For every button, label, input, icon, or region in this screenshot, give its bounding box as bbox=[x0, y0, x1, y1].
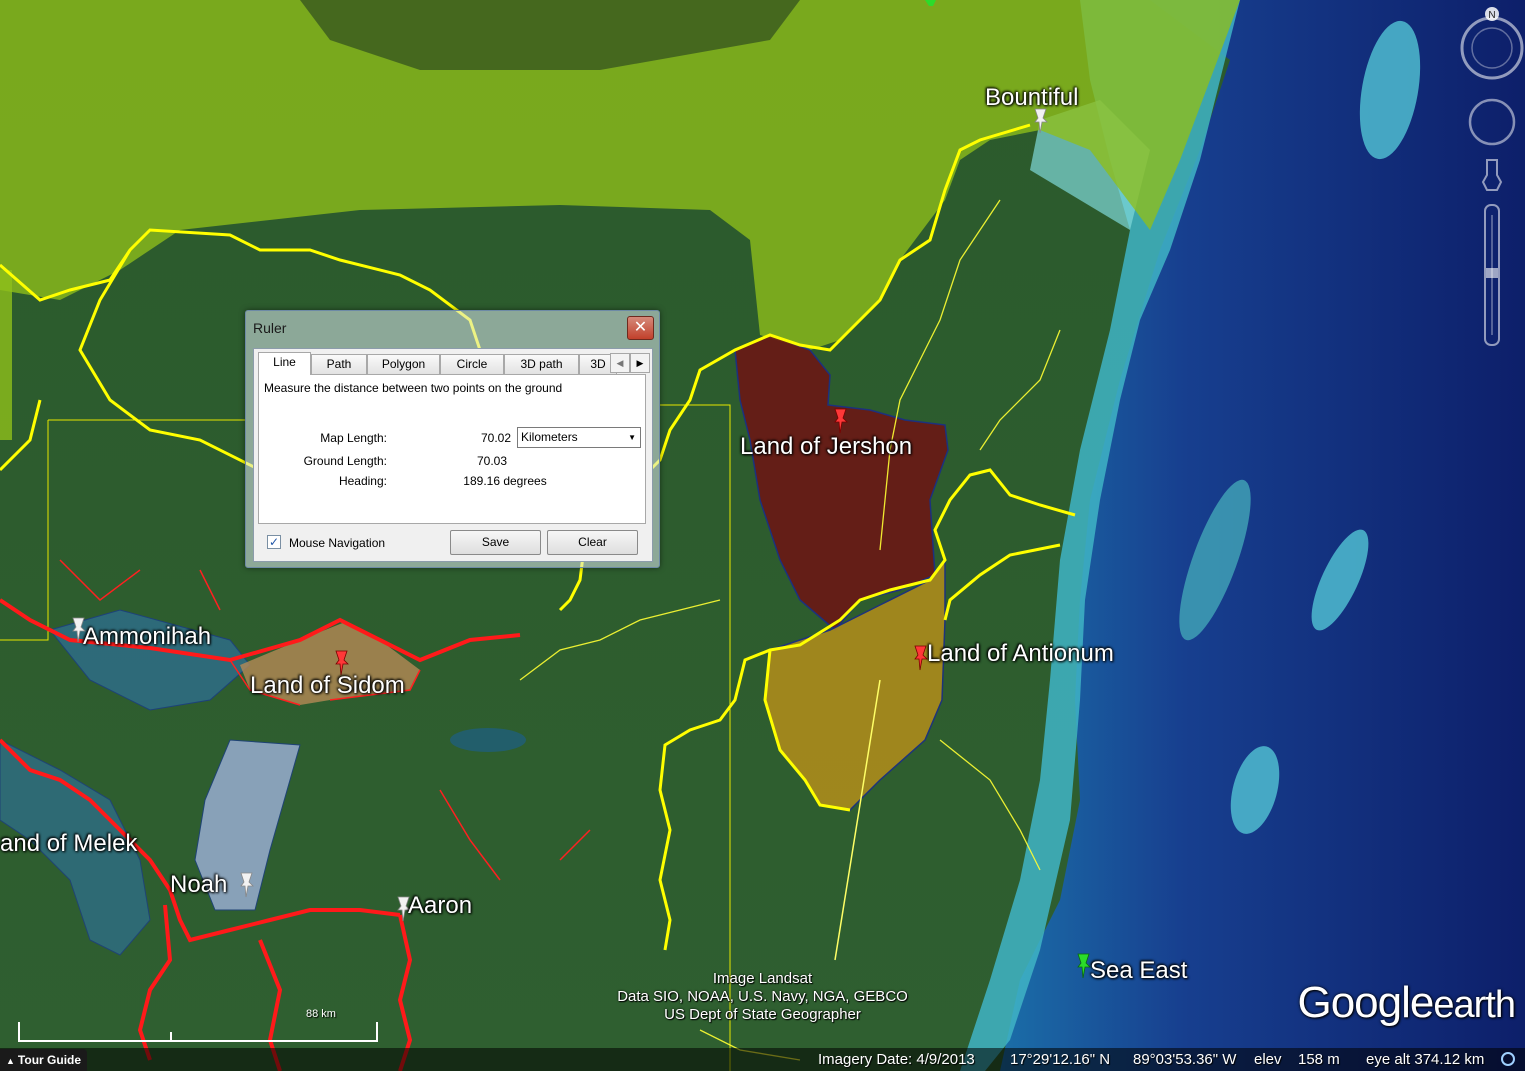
tab-polygon[interactable]: Polygon bbox=[367, 354, 440, 374]
placemark-label-aaron[interactable]: Aaron bbox=[408, 894, 472, 918]
attribution-line: US Dept of State Geographer bbox=[664, 1006, 861, 1023]
lake bbox=[450, 728, 526, 752]
ruler-tabs: Line Path Polygon Circle 3D path 3D ◀ ▶ bbox=[258, 352, 650, 375]
pushpin-green-icon[interactable] bbox=[922, 0, 940, 10]
svg-text:N: N bbox=[1488, 10, 1495, 21]
elevation-value: 158 m bbox=[1298, 1051, 1340, 1068]
status-bar bbox=[0, 1048, 1525, 1071]
placemark-label-sidom[interactable]: Land of Sidom bbox=[250, 674, 405, 698]
map-length-label: Map Length: bbox=[320, 431, 387, 445]
google-earth-logo: Googleearth bbox=[1297, 978, 1516, 1028]
clear-button[interactable]: Clear bbox=[547, 530, 638, 555]
longitude-readout: 89°03'53.36" W bbox=[1133, 1051, 1237, 1068]
placemark-label-bountiful[interactable]: Bountiful bbox=[985, 86, 1078, 110]
zoom-handle-icon[interactable] bbox=[1486, 268, 1498, 278]
heading-label: Heading: bbox=[338, 474, 387, 488]
eye-altitude: eye alt 374.12 km bbox=[1366, 1051, 1485, 1068]
imagery-attribution: Image Landsat Data SIO, NOAA, U.S. Navy,… bbox=[590, 970, 935, 1024]
placemark-label-noah[interactable]: Noah bbox=[170, 873, 227, 897]
latitude-readout: 17°29'12.16" N bbox=[1010, 1051, 1111, 1068]
ruler-title: Ruler bbox=[253, 320, 287, 336]
ruler-description: Measure the distance between two points … bbox=[264, 381, 563, 395]
navigation-controls[interactable]: N bbox=[1435, 0, 1525, 360]
placemark-label-sea-east[interactable]: Sea East bbox=[1090, 959, 1187, 983]
placemark-label-jershon[interactable]: Land of Jershon bbox=[740, 435, 912, 459]
tour-guide-label: Tour Guide bbox=[17, 1053, 82, 1067]
logo-earth: earth bbox=[1433, 984, 1516, 1026]
logo-google: Google bbox=[1297, 978, 1434, 1027]
ground-length-value: 70.03 bbox=[476, 454, 507, 468]
tab-path[interactable]: Path bbox=[311, 354, 367, 374]
look-joystick-icon[interactable] bbox=[1460, 16, 1524, 80]
pushpin-red-icon[interactable] bbox=[832, 408, 850, 434]
map-length-value: 70.02 bbox=[480, 431, 511, 445]
elevation-label: elev bbox=[1254, 1051, 1282, 1068]
attribution-line: Data SIO, NOAA, U.S. Navy, NGA, GEBCO bbox=[617, 988, 908, 1005]
scale-label: 88 km bbox=[306, 1008, 336, 1020]
unit-select-value: Kilometers bbox=[521, 430, 578, 444]
highlighted-strip bbox=[0, 270, 12, 440]
close-icon[interactable]: ✕ bbox=[627, 316, 654, 340]
tour-guide-button[interactable]: ▲ Tour Guide bbox=[0, 1049, 88, 1071]
attribution-line: Image Landsat bbox=[712, 970, 813, 987]
placemark-label-melek[interactable]: and of Melek bbox=[0, 832, 137, 856]
unit-select[interactable]: Kilometers ▼ bbox=[517, 427, 641, 448]
street-view-pegman-icon[interactable] bbox=[1481, 159, 1503, 191]
ruler-dialog: Ruler ✕ Line Path Polygon Circle 3D path… bbox=[245, 310, 660, 568]
ground-length-label: Ground Length: bbox=[303, 454, 387, 468]
tab-circle[interactable]: Circle bbox=[440, 354, 504, 374]
mouse-navigation-checkbox[interactable]: ✓ bbox=[267, 535, 281, 549]
chevron-down-icon: ▼ bbox=[628, 433, 636, 442]
chevron-up-icon: ▲ bbox=[6, 1056, 15, 1066]
placemark-label-antionum[interactable]: Land of Antionum bbox=[927, 642, 1114, 666]
tab-3d-path[interactable]: 3D path bbox=[504, 354, 579, 374]
scale-bar bbox=[18, 1020, 378, 1042]
tab-scroll-left-icon[interactable]: ◀ bbox=[610, 353, 630, 373]
map-view[interactable] bbox=[0, 0, 1525, 1071]
pushpin-white-icon[interactable] bbox=[1032, 108, 1050, 134]
imagery-date: Imagery Date: 4/9/2013 bbox=[818, 1051, 975, 1068]
mouse-navigation-label: Mouse Navigation bbox=[289, 536, 386, 550]
pushpin-white-icon[interactable] bbox=[238, 872, 256, 898]
tab-scroll-right-icon[interactable]: ▶ bbox=[630, 353, 650, 373]
tab-line[interactable]: Line bbox=[258, 352, 311, 375]
placemark-label-ammonihah[interactable]: Ammonihah bbox=[83, 625, 211, 649]
move-joystick-icon[interactable] bbox=[1468, 98, 1516, 146]
save-button[interactable]: Save bbox=[450, 530, 541, 555]
tab-panel-line: Measure the distance between two points … bbox=[258, 374, 646, 524]
streaming-status-icon bbox=[1501, 1052, 1515, 1066]
heading-value: 189.16 degrees bbox=[463, 474, 547, 488]
ruler-body: Line Path Polygon Circle 3D path 3D ◀ ▶ … bbox=[253, 348, 653, 562]
